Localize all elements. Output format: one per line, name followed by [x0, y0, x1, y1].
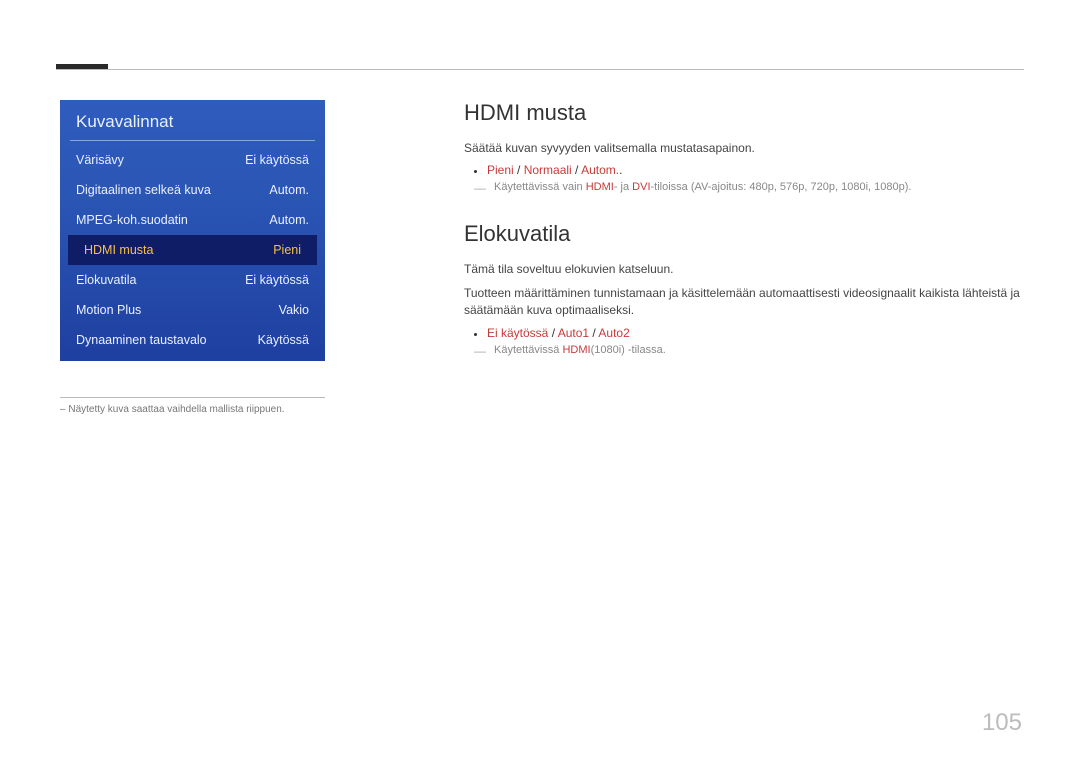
note-pre: Käytettävissä vain	[494, 181, 586, 193]
menu-item-digital-clean[interactable]: Digitaalinen selkeä kuva Autom.	[60, 175, 325, 205]
section-desc-hdmi: Säätää kuvan syvyyden valitsemalla musta…	[464, 140, 1024, 157]
menu-item-film-mode[interactable]: Elokuvatila Ei käytössä	[60, 265, 325, 295]
menu-item-label: MPEG-koh.suodatin	[76, 213, 188, 227]
hdmi-note: Käytettävissä vain HDMI- ja DVI-tiloissa…	[494, 181, 911, 193]
left-column: Kuvavalinnat Värisävy Ei käytössä Digita…	[60, 100, 340, 415]
option-sep: /	[548, 326, 557, 340]
note-hl-dvi: DVI	[632, 181, 650, 193]
menu-item-label: Digitaalinen selkeä kuva	[76, 183, 211, 197]
menu-item-label: Dynaaminen taustavalo	[76, 333, 207, 347]
note-dash-icon: ―	[474, 181, 486, 195]
option-sep: /	[572, 163, 581, 177]
option-auto2: Auto2	[598, 326, 629, 340]
menu-item-value: Autom.	[269, 183, 309, 197]
menu-item-value: Ei käytössä	[245, 153, 309, 167]
menu-item-motion-plus[interactable]: Motion Plus Vakio	[60, 295, 325, 325]
menu-item-label: Värisävy	[76, 153, 124, 167]
bullet-icon	[474, 170, 477, 173]
bullet-icon	[474, 333, 477, 336]
note-mid: - ja	[614, 181, 632, 193]
option-sep: /	[514, 163, 524, 177]
right-column: HDMI musta Säätää kuvan syvyyden valitse…	[464, 100, 1024, 415]
film-desc-2: Tuotteen määrittäminen tunnistamaan ja k…	[464, 285, 1024, 320]
option-sep: /	[589, 326, 598, 340]
page-content: Kuvavalinnat Värisävy Ei käytössä Digita…	[60, 100, 1024, 415]
film-desc-1: Tämä tila soveltuu elokuvien katseluun.	[464, 261, 1024, 278]
option-ei-kaytossa: Ei käytössä	[487, 326, 548, 340]
note-hl-hdmi: HDMI	[562, 344, 590, 356]
section-title-hdmi: HDMI musta	[464, 100, 1024, 126]
note-hl-hdmi: HDMI	[586, 181, 614, 193]
page-number: 105	[982, 709, 1022, 737]
menu-item-label: Motion Plus	[76, 303, 141, 317]
menu-item-mpeg-filter[interactable]: MPEG-koh.suodatin Autom.	[60, 205, 325, 235]
menu-item-label: Elokuvatila	[76, 273, 136, 287]
option-normaali: Normaali	[524, 163, 572, 177]
note-pre: Käytettävissä	[494, 344, 562, 356]
note-post: -tiloissa (AV-ajoitus: 480p, 576p, 720p,…	[651, 181, 912, 193]
option-pieni: Pieni	[487, 163, 514, 177]
osd-menu-panel: Kuvavalinnat Värisävy Ei käytössä Digita…	[60, 100, 325, 361]
note-dash-icon: ―	[474, 344, 486, 358]
menu-divider	[70, 140, 315, 141]
footnote-text: Näytetty kuva saattaa vaihdella mallista…	[68, 404, 284, 415]
menu-item-color-tone[interactable]: Värisävy Ei käytössä	[60, 145, 325, 175]
hdmi-note-row: ― Käytettävissä vain HDMI- ja DVI-tilois…	[474, 181, 1024, 195]
menu-item-dynamic-backlight[interactable]: Dynaaminen taustavalo Käytössä	[60, 325, 325, 355]
section-title-film: Elokuvatila	[464, 221, 1024, 247]
menu-item-value: Käytössä	[258, 333, 309, 347]
option-autom: Autom.	[581, 163, 619, 177]
footnote-divider	[60, 397, 325, 398]
menu-item-value: Ei käytössä	[245, 273, 309, 287]
option-auto1: Auto1	[558, 326, 589, 340]
menu-items: Värisävy Ei käytössä Digitaalinen selkeä…	[60, 143, 325, 355]
menu-footnote: – Näytetty kuva saattaa vaihdella mallis…	[60, 404, 340, 415]
menu-title: Kuvavalinnat	[60, 100, 325, 140]
menu-item-value: Vakio	[279, 303, 309, 317]
menu-item-value: Pieni	[273, 243, 301, 257]
menu-item-label: HDMI musta	[84, 243, 153, 257]
hdmi-options-row: Pieni / Normaali / Autom..	[474, 163, 1024, 177]
film-options: Ei käytössä / Auto1 / Auto2	[487, 326, 630, 340]
hdmi-options: Pieni / Normaali / Autom..	[487, 163, 622, 177]
menu-item-value: Autom.	[269, 213, 309, 227]
film-options-row: Ei käytössä / Auto1 / Auto2	[474, 326, 1024, 340]
note-post: (1080i) -tilassa.	[591, 344, 666, 356]
film-note: Käytettävissä HDMI(1080i) -tilassa.	[494, 344, 666, 356]
footnote-dash: –	[60, 404, 66, 415]
menu-item-hdmi-black[interactable]: HDMI musta Pieni	[68, 235, 317, 265]
film-note-row: ― Käytettävissä HDMI(1080i) -tilassa.	[474, 344, 1024, 358]
top-horizontal-rule	[56, 69, 1024, 70]
